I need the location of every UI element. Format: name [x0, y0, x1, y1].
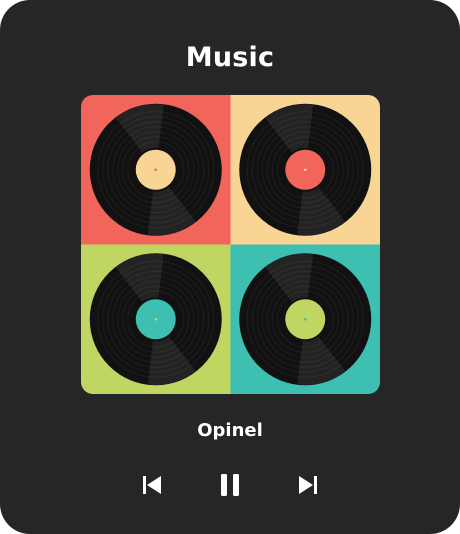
album-quadrant-top-right	[230, 95, 380, 245]
vinyl-spindle-hole	[154, 168, 158, 172]
playback-controls	[0, 470, 460, 500]
album-quadrant-bottom-left	[81, 244, 231, 394]
vinyl-spindle-hole	[303, 317, 307, 321]
skip-next-icon	[299, 476, 317, 494]
pause-button[interactable]	[215, 470, 245, 500]
previous-button[interactable]	[137, 470, 167, 500]
album-quadrant-top-left	[81, 95, 231, 245]
next-button[interactable]	[293, 470, 323, 500]
music-widget: Music Opinel	[0, 0, 460, 534]
vinyl-spindle-hole	[303, 168, 307, 172]
track-title: Opinel	[197, 420, 263, 441]
widget-title: Music	[185, 42, 275, 73]
album-quadrant-bottom-right	[230, 244, 380, 394]
album-art-graphic	[81, 95, 380, 394]
skip-previous-icon	[143, 476, 161, 494]
album-art	[81, 95, 380, 394]
pause-icon	[221, 474, 239, 496]
vinyl-spindle-hole	[154, 317, 158, 321]
